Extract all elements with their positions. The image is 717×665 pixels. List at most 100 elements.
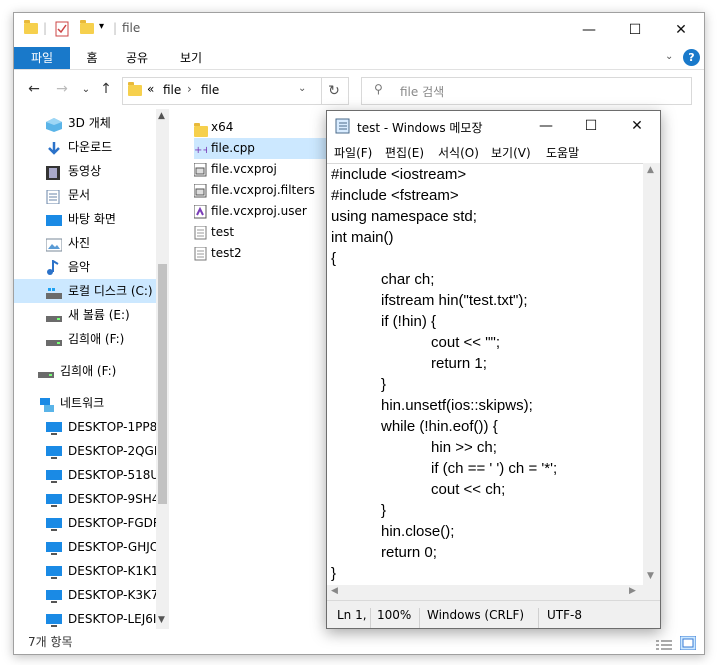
tab-view[interactable]: 보기 [176, 47, 206, 69]
computer-icon [46, 468, 62, 483]
nav-item-documents[interactable]: 문서 [14, 183, 156, 207]
maximize-button[interactable]: ☐ [612, 13, 658, 47]
divider: | [113, 21, 118, 35]
nav-item-music[interactable]: 음악 [14, 255, 156, 279]
nav-item-network[interactable]: 네트워크 [14, 391, 156, 415]
tab-share[interactable]: 공유 [122, 47, 152, 69]
notepad-text-area[interactable]: #include <iostream> #include <fstream> u… [327, 163, 643, 601]
filters-file-icon [193, 183, 207, 198]
menu-format[interactable]: 서식(O) [438, 144, 479, 161]
scroll-down-icon[interactable]: ▼ [647, 571, 654, 581]
scrollbar-thumb[interactable] [158, 264, 167, 504]
code-line: ifstream hin("test.txt"); [331, 292, 528, 309]
nav-item-new-volume[interactable]: 새 볼륨 (E:) [14, 303, 156, 327]
cursor-position: Ln 1, [337, 608, 367, 622]
nav-item-downloads[interactable]: 다운로드 [14, 135, 156, 159]
close-button[interactable]: ✕ [658, 13, 704, 47]
quick-access-dropdown-icon[interactable]: ▾ [99, 21, 104, 32]
network-item[interactable]: DESKTOP-GHJO [14, 535, 156, 559]
breadcrumb-segment[interactable]: file [163, 83, 181, 97]
zoom-level: 100% [377, 608, 412, 622]
drive-icon [46, 308, 62, 322]
ribbon-tabs: 파일 홈 공유 보기 ⌄ ? [14, 47, 704, 70]
minimize-button[interactable]: — [523, 111, 569, 141]
close-button[interactable]: ✕ [614, 111, 660, 141]
forward-arrow-icon[interactable]: → [52, 79, 72, 99]
code-line: return 0; [331, 544, 437, 561]
scroll-right-icon[interactable]: ▶ [629, 586, 636, 596]
menu-edit[interactable]: 편집(E) [385, 144, 424, 161]
computer-icon [46, 588, 62, 603]
nav-item-videos[interactable]: 동영상 [14, 159, 156, 183]
notepad-title: test - Windows 메모장 [357, 121, 483, 135]
nav-item-local-disk[interactable]: 로컬 디스크 (C:) [14, 279, 156, 303]
tab-file[interactable]: 파일 [14, 47, 70, 69]
network-item[interactable]: DESKTOP-FGDR [14, 511, 156, 535]
divider [538, 608, 539, 628]
network-item[interactable]: DESKTOP-518U [14, 463, 156, 487]
nav-item-drive-f-root[interactable]: 김희애 (F:) [14, 359, 156, 383]
network-item[interactable]: DESKTOP-LEJ6I9 [14, 607, 156, 631]
search-icon: ⚲ [374, 82, 383, 96]
line-ending: Windows (CRLF) [427, 608, 525, 622]
notepad-horizontal-scrollbar[interactable]: ◀ ▶ [327, 585, 643, 600]
up-arrow-icon[interactable]: ↑ [96, 79, 116, 99]
notepad-icon [335, 118, 351, 137]
network-item[interactable]: DESKTOP-2QGP [14, 439, 156, 463]
scroll-down-icon[interactable]: ▼ [158, 615, 165, 625]
scroll-up-icon[interactable]: ▲ [158, 111, 165, 121]
address-bar[interactable]: « file › file ⌄ [122, 77, 322, 105]
address-chevrons[interactable]: « [147, 82, 154, 96]
help-icon[interactable]: ? [683, 49, 700, 66]
item-count: 7개 항목 [28, 635, 73, 649]
window-title: file [122, 21, 141, 35]
nav-item-drive-f[interactable]: 김희애 (F:) [14, 327, 156, 351]
drive-icon [38, 364, 54, 378]
recent-locations-icon[interactable]: ⌄ [76, 79, 96, 99]
minimize-button[interactable]: — [566, 13, 612, 47]
divider [370, 608, 371, 628]
status-bar: 7개 항목 [14, 631, 704, 653]
details-view-icon[interactable] [656, 636, 672, 654]
menu-view[interactable]: 보기(V) [491, 144, 531, 161]
scroll-left-icon[interactable]: ◀ [331, 586, 338, 596]
drive-icon [46, 332, 62, 346]
new-folder-icon[interactable] [80, 20, 94, 37]
svg-text:++: ++ [194, 145, 207, 156]
divider [419, 608, 420, 628]
scroll-up-icon[interactable]: ▲ [647, 165, 654, 175]
maximize-button[interactable]: ☐ [568, 111, 614, 141]
nav-item-pictures[interactable]: 사진 [14, 231, 156, 255]
refresh-button[interactable]: ↻ [320, 77, 349, 105]
cpp-file-icon: ++ [194, 142, 211, 156]
network-item[interactable]: DESKTOP-K1K1 [14, 559, 156, 583]
search-input[interactable]: file 검색 [400, 83, 444, 100]
computer-icon [46, 612, 62, 627]
file-item-file-cpp[interactable]: ++ file.cpp [194, 138, 326, 159]
search-box[interactable]: ⚲ file 검색 [361, 77, 692, 105]
folder-icon [128, 82, 142, 99]
code-line: #include <iostream> [331, 166, 467, 183]
tab-home[interactable]: 홈 [80, 47, 104, 69]
network-item[interactable]: DESKTOP-K3K7 [14, 583, 156, 607]
large-icons-view-icon[interactable] [679, 635, 697, 654]
code-line: hin.close(); [331, 523, 455, 540]
address-dropdown-icon[interactable]: ⌄ [298, 83, 306, 94]
properties-icon[interactable] [55, 21, 69, 37]
nav-item-3d-objects[interactable]: 3D 개체 [14, 111, 156, 135]
network-item[interactable]: DESKTOP-9SH4 [14, 487, 156, 511]
ribbon-expand-icon[interactable]: ⌄ [665, 51, 673, 62]
nav-scrollbar[interactable]: ▲ ▼ [156, 109, 169, 629]
notepad-vertical-scrollbar[interactable]: ▲ ▼ [643, 163, 660, 600]
breadcrumb-segment[interactable]: file [201, 83, 219, 97]
back-arrow-icon[interactable]: ← [24, 79, 44, 99]
nav-item-desktop[interactable]: 바탕 화면 [14, 207, 156, 231]
menu-help[interactable]: 도움말 [546, 144, 579, 161]
notepad-status-bar: Ln 1, 100% Windows (CRLF) UTF-8 [327, 600, 660, 628]
network-item[interactable]: DESKTOP-1PP8 [14, 415, 156, 439]
code-line: } [331, 376, 387, 393]
code-line: if (!hin) { [331, 313, 437, 330]
downloads-icon [46, 140, 62, 155]
menu-file[interactable]: 파일(F) [334, 144, 372, 161]
text-file-icon [194, 246, 207, 261]
